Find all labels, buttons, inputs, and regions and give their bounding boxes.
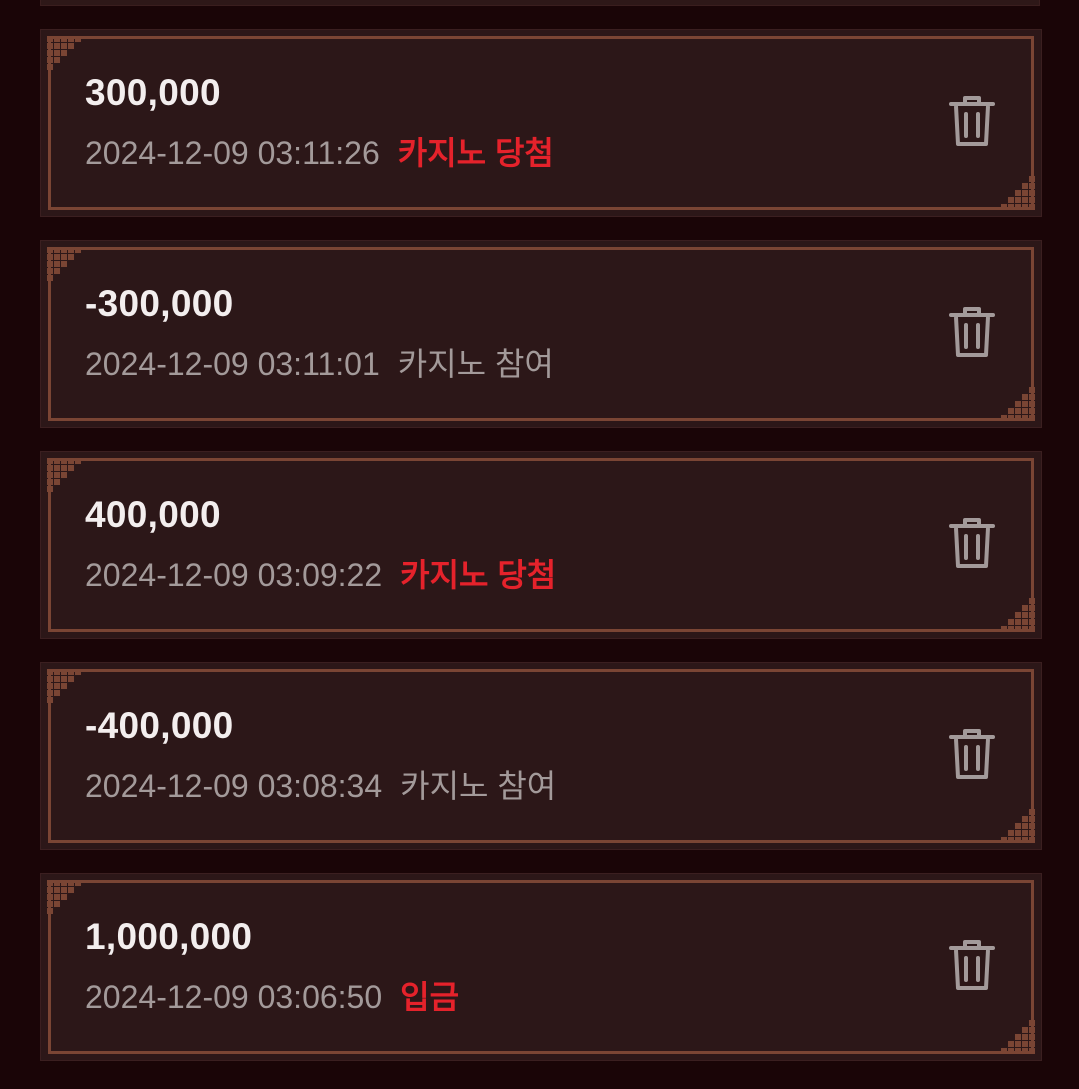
card-frame <box>48 247 1034 421</box>
transaction-amount: -400,000 <box>85 705 234 746</box>
corner-ornament-icon <box>1001 809 1035 843</box>
corner-ornament-icon <box>1001 598 1035 632</box>
trash-icon[interactable] <box>947 94 997 148</box>
transaction-type: 입금 <box>400 979 460 1015</box>
transaction-type: 카지노 참여 <box>397 346 554 382</box>
corner-ornament-icon <box>47 880 81 914</box>
corner-ornament-icon <box>1001 176 1035 210</box>
trash-icon[interactable] <box>947 516 997 570</box>
transaction-card: 1,000,000 2024-12-09 03:06:50 입금 <box>40 873 1042 1061</box>
trash-icon[interactable] <box>947 938 997 992</box>
transaction-card: -400,000 2024-12-09 03:08:34 카지노 참여 <box>40 662 1042 850</box>
trash-icon[interactable] <box>947 305 997 359</box>
transaction-meta: 2024-12-09 03:06:50 입금 <box>85 972 459 1018</box>
corner-ornament-icon <box>47 458 81 492</box>
transaction-datetime: 2024-12-09 03:06:50 <box>85 979 383 1015</box>
transaction-type: 카지노 당첨 <box>397 135 554 171</box>
trash-icon[interactable] <box>947 727 997 781</box>
corner-ornament-icon <box>47 247 81 281</box>
previous-card-edge <box>40 0 1040 6</box>
transaction-amount: 1,000,000 <box>85 916 253 957</box>
transaction-datetime: 2024-12-09 03:11:26 <box>85 135 380 171</box>
card-frame <box>48 880 1034 1054</box>
card-frame <box>48 669 1034 843</box>
corner-ornament-icon <box>47 36 81 70</box>
transaction-card: 300,000 2024-12-09 03:11:26 카지노 당첨 <box>40 29 1042 217</box>
transaction-amount: 300,000 <box>85 72 221 113</box>
corner-ornament-icon <box>1001 1020 1035 1054</box>
transaction-datetime: 2024-12-09 03:09:22 <box>85 557 383 593</box>
transaction-type: 카지노 참여 <box>400 768 557 804</box>
card-frame <box>48 458 1034 632</box>
transaction-type: 카지노 당첨 <box>400 557 557 593</box>
transaction-card: -300,000 2024-12-09 03:11:01 카지노 참여 <box>40 240 1042 428</box>
card-frame <box>48 36 1034 210</box>
transaction-meta: 2024-12-09 03:11:01 카지노 참여 <box>85 339 554 385</box>
transaction-meta: 2024-12-09 03:08:34 카지노 참여 <box>85 761 556 807</box>
transaction-datetime: 2024-12-09 03:11:01 <box>85 346 380 382</box>
corner-ornament-icon <box>1001 387 1035 421</box>
transaction-amount: -300,000 <box>85 283 234 324</box>
corner-ornament-icon <box>47 669 81 703</box>
transaction-meta: 2024-12-09 03:11:26 카지노 당첨 <box>85 128 554 174</box>
transaction-meta: 2024-12-09 03:09:22 카지노 당첨 <box>85 550 556 596</box>
transaction-card: 400,000 2024-12-09 03:09:22 카지노 당첨 <box>40 451 1042 639</box>
transaction-datetime: 2024-12-09 03:08:34 <box>85 768 383 804</box>
transaction-amount: 400,000 <box>85 494 221 535</box>
